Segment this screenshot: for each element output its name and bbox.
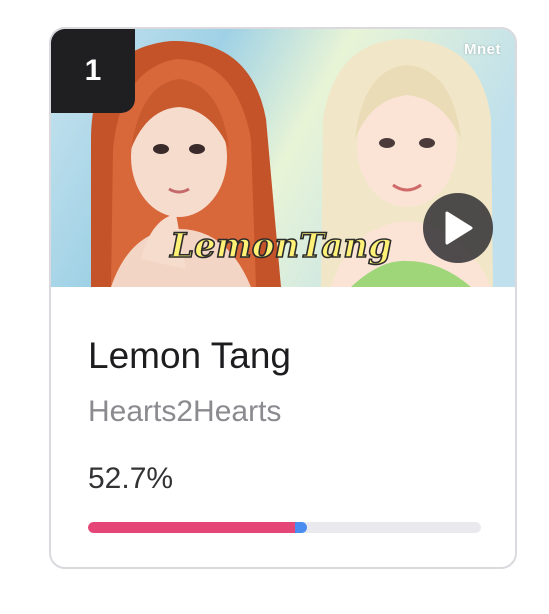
thumbnail-logo-text: LemonTang [169, 226, 391, 266]
play-button[interactable] [423, 193, 493, 263]
play-icon [445, 211, 473, 245]
vote-progress-bar [88, 522, 481, 533]
vote-progress-tip [295, 522, 308, 533]
mnet-watermark: Mnet [464, 41, 501, 58]
artist-name[interactable]: Hearts2Hearts [88, 395, 281, 429]
video-thumbnail[interactable]: LemonTang 1 Mnet [51, 29, 515, 287]
vote-percentage: 52.7% [88, 462, 174, 495]
song-title[interactable]: Lemon Tang [88, 335, 291, 377]
vote-progress-fill [88, 522, 308, 533]
rank-badge: 1 [51, 29, 135, 113]
chart-card[interactable]: LemonTang 1 Mnet Lemon Tang Hearts2Heart… [49, 27, 517, 569]
